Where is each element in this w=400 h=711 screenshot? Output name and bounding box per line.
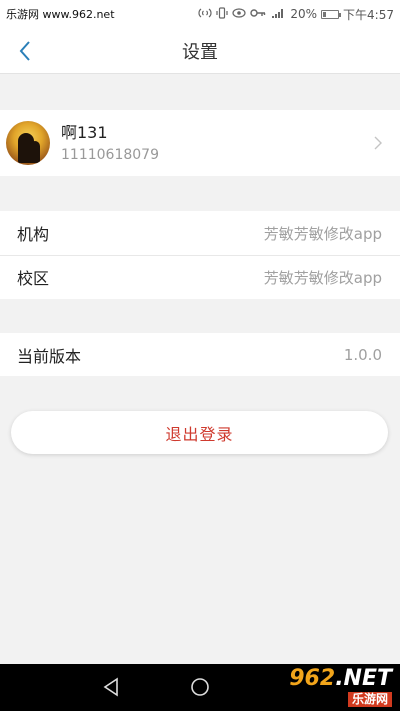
profile-name: 啊131 (61, 122, 108, 142)
version-label: 当前版本 (17, 347, 82, 366)
brand-logo: 962.NET (289, 665, 392, 691)
battery-percent: 20% (290, 7, 318, 21)
org-row: 机构 芳敏芳敏修改app (0, 211, 400, 255)
profile-phone: 11110618079 (61, 146, 159, 163)
nfc-icon (198, 7, 212, 22)
brand-watermark: 962.NET 乐游网 (262, 664, 392, 710)
system-back-button[interactable] (99, 675, 123, 699)
watermark-text: 乐游网 www.962.net (6, 8, 115, 21)
avatar (6, 121, 50, 165)
brand-logo-suffix: .NET (335, 665, 392, 691)
status-bar: 乐游网 www.962.net 20% 下午4:57 (0, 0, 400, 28)
campus-label: 校区 (17, 269, 50, 288)
logout-label: 退出登录 (165, 424, 234, 444)
header: 设置 (0, 28, 400, 74)
org-label: 机构 (17, 225, 50, 244)
chevron-left-icon (19, 41, 30, 61)
settings-screen: 乐游网 www.962.net 20% 下午4:57 设置 啊131 11110… (0, 0, 400, 711)
chevron-right-icon (370, 135, 386, 151)
status-time: 下午4:57 (343, 7, 394, 22)
page-title: 设置 (182, 41, 218, 63)
status-icons: 20% 下午4:57 (198, 6, 394, 23)
system-home-button[interactable] (188, 675, 212, 699)
org-group: 机构 芳敏芳敏修改app 校区 芳敏芳敏修改app (0, 211, 400, 299)
profile-row[interactable]: 啊131 11110618079 (0, 110, 400, 176)
logout-button[interactable]: 退出登录 (11, 411, 388, 454)
vibrate-icon (216, 6, 228, 22)
avatar-figure-small (30, 141, 40, 163)
campus-row: 校区 芳敏芳敏修改app (0, 255, 400, 299)
version-row: 当前版本 1.0.0 (0, 333, 400, 377)
eye-icon (232, 7, 246, 21)
battery-icon (321, 9, 342, 19)
brand-logo-number: 962 (289, 665, 336, 691)
profile-info: 啊131 11110618079 (61, 123, 159, 164)
key-icon (250, 8, 266, 21)
circle-home-icon (191, 678, 209, 696)
version-group: 当前版本 1.0.0 (0, 333, 400, 376)
campus-value: 芳敏芳敏修改app (263, 268, 382, 287)
triangle-back-icon (103, 677, 118, 697)
back-button[interactable] (12, 38, 38, 64)
brand-tagline: 乐游网 (347, 691, 392, 707)
org-value: 芳敏芳敏修改app (263, 224, 382, 243)
signal-4g-icon (270, 7, 286, 22)
version-value: 1.0.0 (343, 346, 382, 364)
